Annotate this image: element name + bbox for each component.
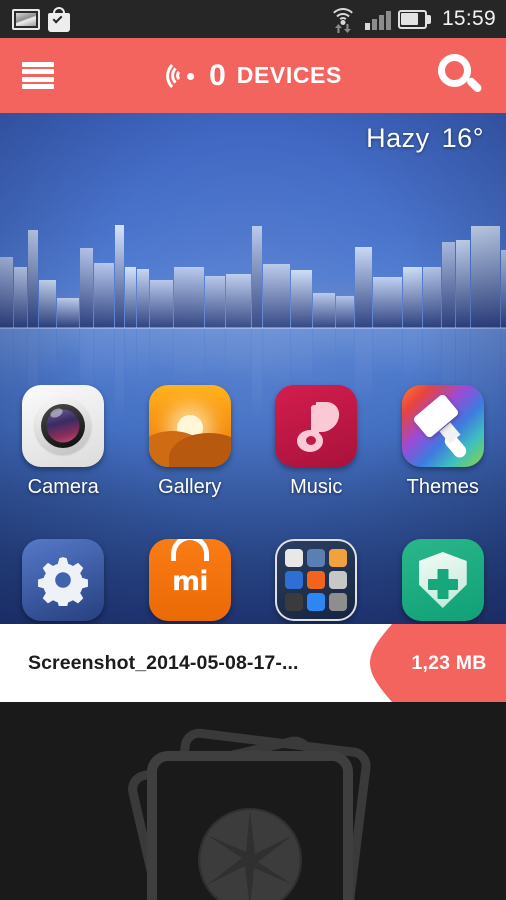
app-icon-camera[interactable]: Camera bbox=[0, 385, 127, 499]
cellular-signal-icon bbox=[364, 8, 391, 30]
status-bar-clock: 15:59 bbox=[441, 7, 496, 30]
weather-widget[interactable]: Hazy 16° bbox=[366, 123, 484, 154]
gallery-icon bbox=[148, 385, 231, 467]
app-icon-tools[interactable]: Tools bbox=[253, 539, 380, 624]
search-icon[interactable] bbox=[436, 52, 484, 100]
app-label: Gallery bbox=[158, 476, 222, 498]
app-label: Camera bbox=[27, 476, 99, 498]
status-bar-notifications bbox=[12, 6, 70, 32]
broadcast-devices-icon bbox=[164, 58, 198, 93]
status-bar-system-icons: 15:59 bbox=[328, 7, 496, 33]
photo-stack-aperture-icon bbox=[128, 728, 371, 900]
settings-gear-icon bbox=[22, 539, 105, 621]
file-size-panel: 1,23 MB bbox=[392, 624, 506, 702]
gear-glyph bbox=[38, 557, 89, 606]
bottom-panel bbox=[0, 702, 506, 900]
file-name: Screenshot_2014-05-08-17-... bbox=[28, 651, 299, 674]
app-icon-security[interactable]: Security bbox=[380, 539, 506, 624]
hamburger-menu-icon[interactable] bbox=[22, 61, 54, 91]
app-icon-gallery[interactable]: Gallery bbox=[127, 385, 254, 499]
device-count: 0 bbox=[209, 58, 226, 92]
app-icon-settings[interactable]: Settings bbox=[0, 539, 127, 624]
file-size: 1,23 MB bbox=[411, 651, 487, 674]
phone-screen: 15:59 0 DEVICES Hazy 16° Camera Gallery … bbox=[0, 0, 506, 900]
app-label: Themes bbox=[406, 476, 479, 498]
security-shield-icon bbox=[401, 539, 484, 621]
wifi-icon bbox=[328, 7, 358, 33]
devices-label: DEVICES bbox=[236, 62, 342, 88]
music-icon bbox=[275, 385, 358, 467]
mi-logo-text: mi bbox=[172, 566, 208, 598]
weather-condition: Hazy bbox=[366, 123, 430, 153]
tools-folder-icon bbox=[275, 539, 358, 621]
camera-icon bbox=[22, 385, 105, 467]
mi-market-bag-icon: mi bbox=[148, 539, 231, 621]
app-icon-music[interactable]: Music bbox=[253, 385, 380, 499]
app-icon-market[interactable]: mi Market bbox=[127, 539, 254, 624]
weather-temperature: 16° bbox=[441, 123, 484, 153]
devices-title: 0 DEVICES bbox=[164, 58, 342, 93]
app-label: Music bbox=[290, 476, 343, 498]
file-row[interactable]: Screenshot_2014-05-08-17-... 1,23 MB bbox=[0, 624, 506, 702]
home-screen-wallpaper: Hazy 16° Camera Gallery Music Themes mi bbox=[0, 113, 506, 624]
panel-notch bbox=[370, 624, 392, 702]
battery-icon bbox=[397, 9, 431, 29]
app-bar: 0 DEVICES bbox=[0, 38, 506, 113]
status-bar: 15:59 bbox=[0, 0, 506, 38]
app-icon-themes[interactable]: Themes bbox=[380, 385, 506, 499]
themes-icon bbox=[401, 385, 484, 467]
play-store-bag-icon bbox=[48, 6, 70, 32]
app-grid: Camera Gallery Music Themes mi bbox=[0, 385, 506, 624]
screenshot-icon bbox=[12, 8, 40, 30]
